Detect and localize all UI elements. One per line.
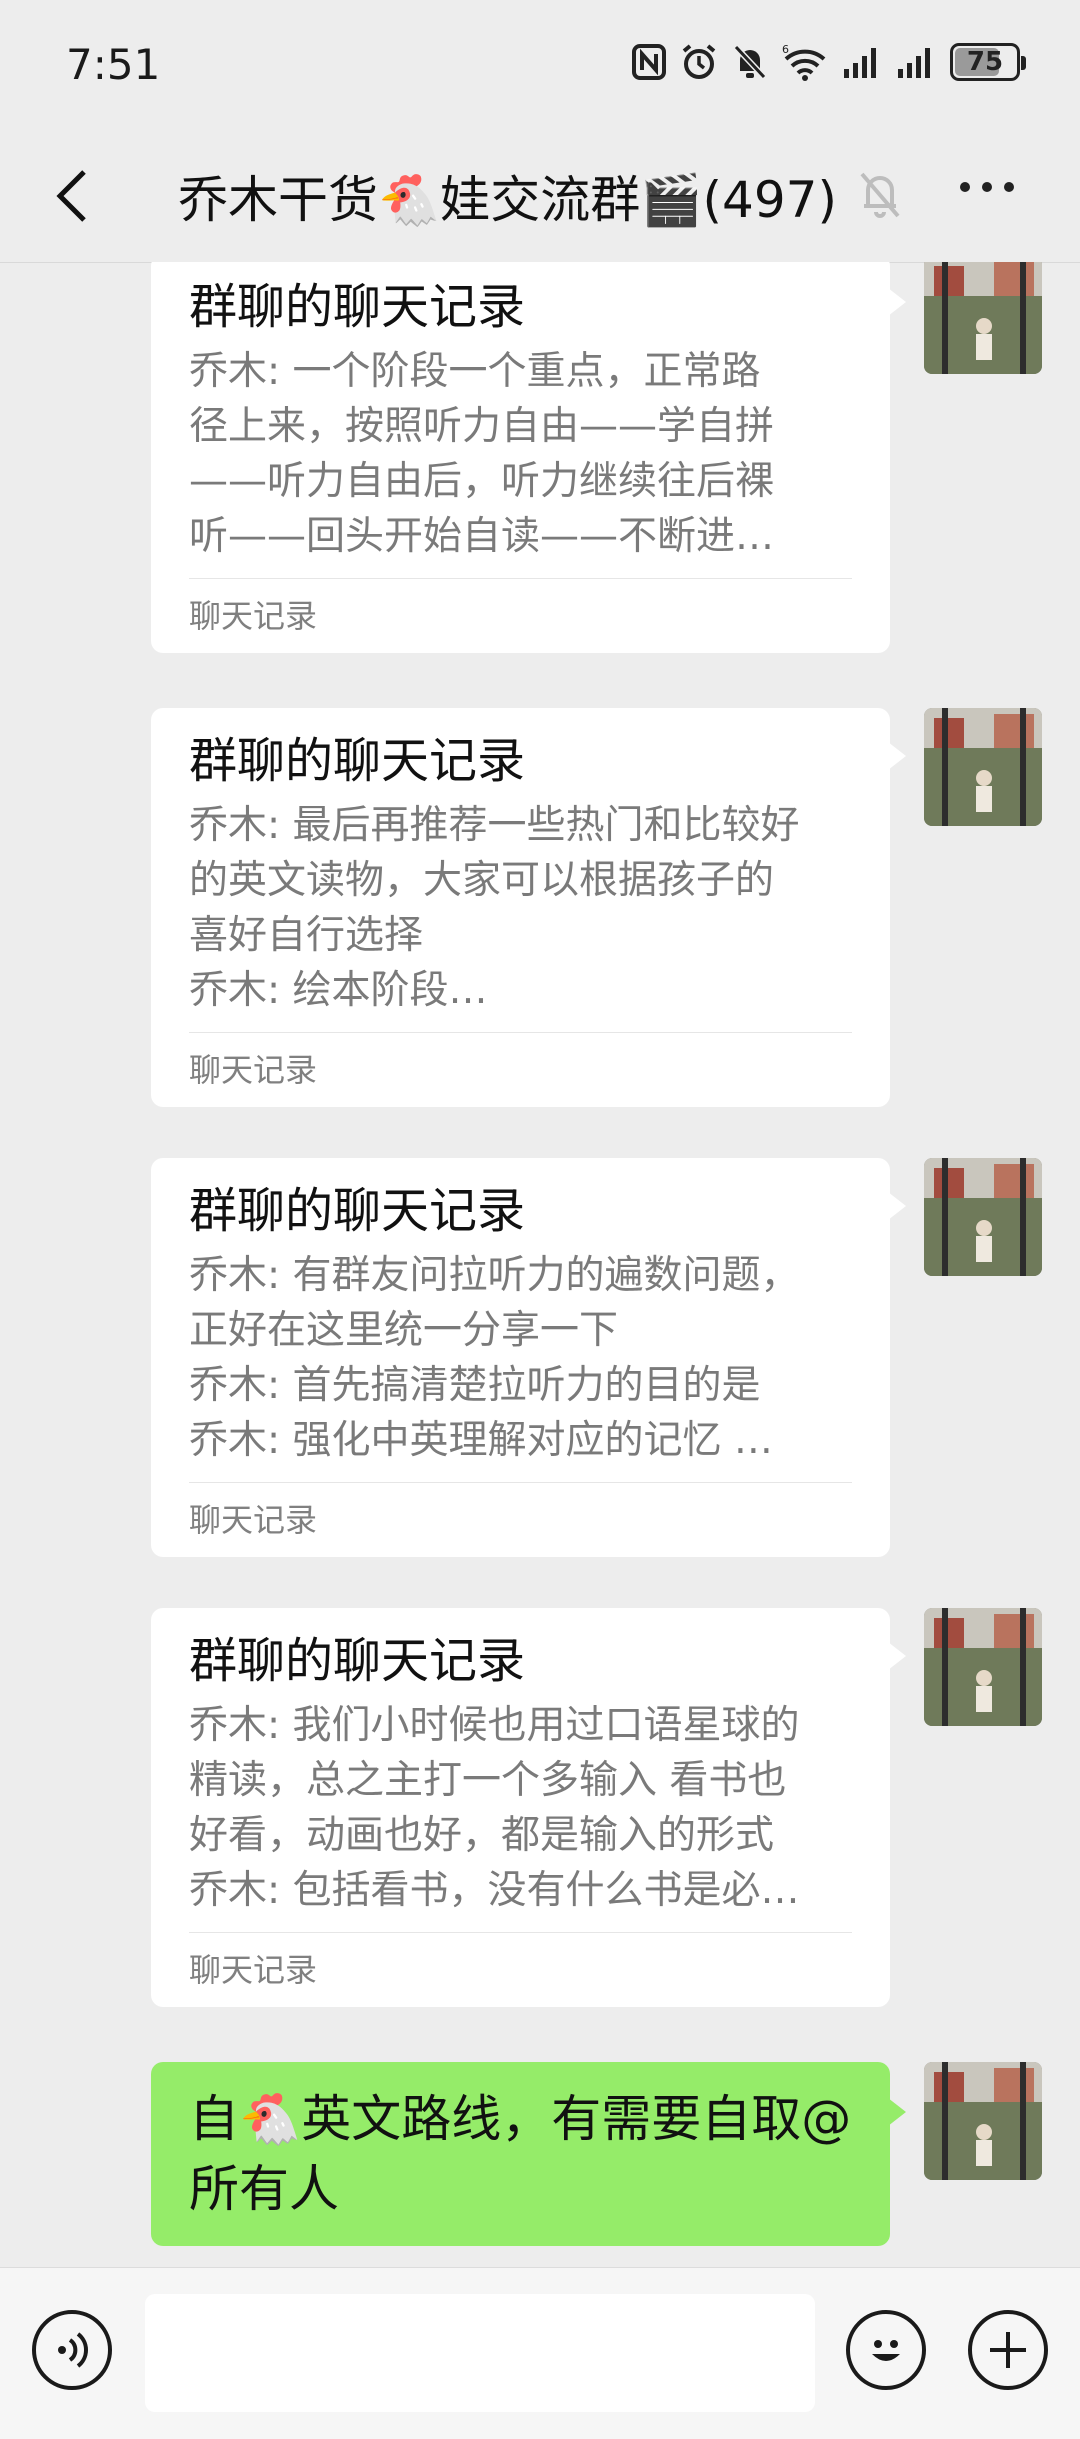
chat-record-card[interactable]: 群聊的聊天记录 乔木: 最后再推荐一些热门和比较好 的英文读物，大家可以根据孩子… (151, 708, 906, 1107)
avatar[interactable] (924, 1158, 1042, 1276)
chat-record-title: 群聊的聊天记录 (189, 733, 526, 789)
chat-record-title: 群聊的聊天记录 (189, 1633, 526, 1689)
chat-record-footer: 聊天记录 (189, 1032, 852, 1107)
voice-icon (58, 2332, 88, 2368)
alarm-icon (680, 42, 718, 82)
chat-record-footer: 聊天记录 (189, 1932, 852, 2007)
chat-record-footer: 聊天记录 (189, 1482, 852, 1557)
emoji-button[interactable] (846, 2310, 926, 2390)
chat-record-title: 群聊的聊天记录 (189, 279, 526, 335)
more-dot (960, 182, 970, 192)
wifi-icon: 6 (782, 42, 828, 82)
avatar[interactable] (924, 708, 1042, 826)
nfc-icon (632, 42, 666, 82)
avatar[interactable] (924, 262, 1042, 374)
plus-button[interactable] (968, 2310, 1048, 2390)
chat-message-list[interactable]: 群聊的聊天记录 乔木: 一个阶段一个重点，正常路 径上来，按照听力自由——学自拼… (0, 262, 1080, 2267)
chat-record-preview: 乔木: 我们小时候也用过口语星球的 精读，总之主打一个多输入 看书也 好看，动画… (189, 1703, 800, 1913)
input-bar (0, 2267, 1080, 2439)
back-button[interactable] (44, 164, 100, 228)
chat-record-card[interactable]: 群聊的聊天记录 乔木: 我们小时候也用过口语星球的 精读，总之主打一个多输入 看… (151, 1608, 906, 2007)
message-text-line: 所有人 (189, 2160, 339, 2218)
chat-record-preview: 乔木: 一个阶段一个重点，正常路 径上来，按照听力自由——学自拼 ——听力自由后… (189, 349, 775, 559)
chat-title: 乔木干货🐔娃交流群🎬(497) (178, 171, 837, 229)
more-dot (1004, 182, 1014, 192)
voice-button[interactable] (32, 2310, 112, 2390)
chat-record-preview: 乔木: 有群友问拉听力的遍数问题， 正好在这里统一分享一下 乔木: 首先搞清楚拉… (189, 1253, 800, 1463)
status-time: 7:51 (66, 40, 161, 89)
more-button[interactable] (960, 182, 1014, 192)
chat-header: 乔木干货🐔娃交流群🎬(497) (0, 130, 1080, 263)
chat-record-card[interactable]: 群聊的聊天记录 乔木: 有群友问拉听力的遍数问题， 正好在这里统一分享一下 乔木… (151, 1158, 906, 1557)
chat-record-preview: 乔木: 最后再推荐一些热门和比较好 的英文读物，大家可以根据孩子的 喜好自行选择… (189, 803, 800, 1013)
svg-text:6: 6 (782, 43, 789, 56)
bell-off-icon (856, 166, 904, 226)
status-bar: 7:51 6 75 (0, 0, 1080, 130)
mute-bell-icon (732, 42, 768, 82)
chat-record-title: 群聊的聊天记录 (189, 1183, 526, 1239)
chat-record-footer: 聊天记录 (189, 578, 852, 653)
battery-icon: 75 (950, 43, 1026, 81)
message-input[interactable] (145, 2294, 815, 2412)
text-message-bubble[interactable]: 自🐔英文路线，有需要自取@ 所有人 (151, 2062, 906, 2246)
emoji-icon (872, 2340, 900, 2361)
chevron-left-icon (56, 170, 86, 222)
avatar[interactable] (924, 1608, 1042, 1726)
status-icons: 6 75 (632, 42, 1026, 82)
plus-icon (990, 2332, 1026, 2368)
more-dot (982, 182, 992, 192)
avatar[interactable] (924, 2062, 1042, 2180)
chat-record-card[interactable]: 群聊的聊天记录 乔木: 一个阶段一个重点，正常路 径上来，按照听力自由——学自拼… (151, 262, 906, 653)
signal-icon (842, 42, 882, 82)
message-text-line: 自🐔英文路线，有需要自取@ (189, 2090, 852, 2148)
signal-icon (896, 42, 936, 82)
